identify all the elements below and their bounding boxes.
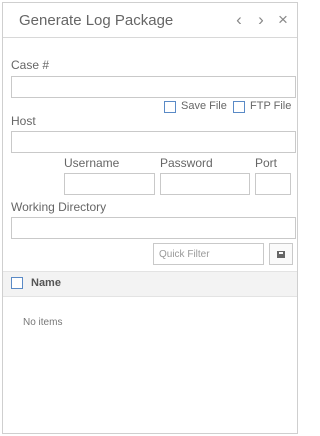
- close-icon[interactable]: ×: [275, 11, 291, 28]
- panel-title: Generate Log Package: [19, 12, 174, 29]
- ftp-file-label: FTP File: [250, 100, 292, 112]
- floppy-disk-icon: [277, 250, 285, 258]
- port-input[interactable]: [255, 173, 291, 195]
- quick-filter-placeholder: Quick Filter: [159, 249, 210, 260]
- password-input[interactable]: [160, 173, 250, 195]
- column-header-name[interactable]: Name: [31, 277, 61, 289]
- save-filter-button[interactable]: [269, 243, 293, 265]
- generate-log-package-panel: Generate Log Package ‹ › × Case # Save F…: [2, 2, 298, 434]
- chevron-left-icon[interactable]: ‹: [231, 11, 247, 28]
- password-label: Password: [160, 156, 213, 170]
- save-file-label: Save File: [181, 100, 227, 112]
- panel-header: Generate Log Package ‹ › ×: [3, 3, 297, 38]
- username-input[interactable]: [64, 173, 155, 195]
- empty-table-message: No items: [23, 317, 63, 328]
- select-all-checkbox[interactable]: [11, 277, 23, 289]
- save-file-checkbox[interactable]: [164, 101, 176, 113]
- case-number-label: Case #: [11, 58, 50, 72]
- chevron-right-icon[interactable]: ›: [253, 11, 269, 28]
- quick-filter-input[interactable]: Quick Filter: [153, 243, 264, 265]
- case-number-input[interactable]: [11, 76, 296, 98]
- host-input[interactable]: [11, 131, 296, 153]
- ftp-file-checkbox[interactable]: [233, 101, 245, 113]
- working-directory-label: Working Directory: [11, 200, 107, 214]
- host-label: Host: [11, 114, 36, 128]
- working-directory-input[interactable]: [11, 217, 296, 239]
- username-label: Username: [64, 156, 120, 170]
- table-header: Name: [3, 271, 297, 297]
- port-label: Port: [255, 156, 278, 170]
- header-controls: ‹ › ×: [231, 11, 291, 28]
